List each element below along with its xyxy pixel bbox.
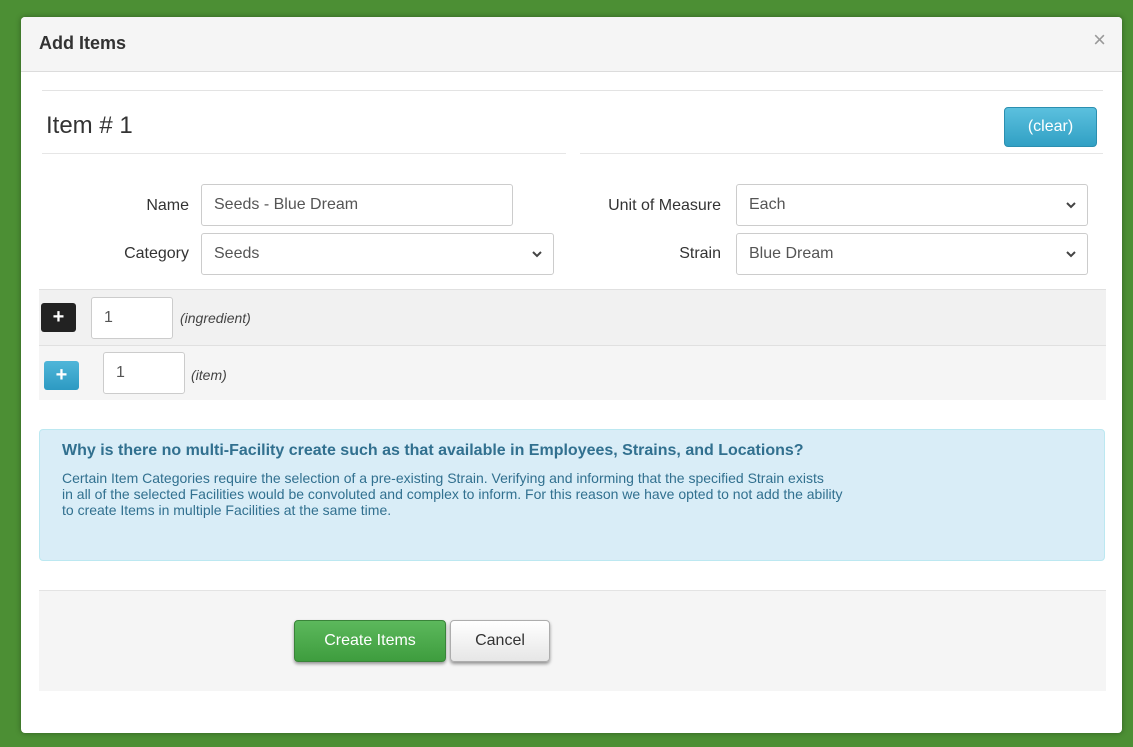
chevron-down-icon [532, 251, 542, 258]
divider [42, 90, 1103, 91]
category-value: Seeds [214, 245, 260, 262]
info-alert: Why is there no multi-Facility create su… [39, 429, 1105, 561]
dialog-title: Add Items [39, 33, 127, 53]
divider [580, 153, 1103, 154]
unit-select[interactable]: Each [736, 184, 1088, 226]
item-count-value: 1 [116, 364, 125, 381]
info-question: Why is there no multi-Facility create su… [62, 442, 804, 459]
create-items-button[interactable]: Create Items [294, 620, 446, 662]
strain-value: Blue Dream [749, 245, 834, 262]
dialog-header: Add Items × [21, 17, 1122, 72]
item-count-input[interactable]: 1 [103, 352, 185, 394]
chevron-down-icon [1066, 251, 1076, 258]
strain-select[interactable]: Blue Dream [736, 233, 1088, 275]
ingredient-count-input[interactable]: 1 [91, 297, 173, 339]
clear-button[interactable]: (clear) [1004, 107, 1097, 147]
divider [42, 153, 566, 154]
chevron-down-icon [1066, 202, 1076, 209]
plus-icon: + [52, 306, 65, 328]
info-text: Certain Item Categories require the sele… [62, 470, 1072, 518]
cancel-button[interactable]: Cancel [450, 620, 550, 662]
info-line: in all of the selected Facilities would … [62, 486, 843, 502]
plus-icon: + [55, 364, 68, 386]
add-items-dialog: Add Items × Item # 1 (clear) Name Seeds … [21, 17, 1122, 733]
info-line: to create Items in multiple Facilities a… [62, 502, 392, 518]
ingredient-hint: (ingredient) [180, 310, 251, 326]
info-line: Certain Item Categories require the sele… [62, 470, 824, 486]
add-ingredient-button[interactable]: + [41, 303, 76, 332]
name-value: Seeds - Blue Dream [214, 196, 359, 213]
category-label: Category [124, 245, 189, 262]
item-hint: (item) [191, 367, 227, 383]
close-icon[interactable]: × [1093, 29, 1106, 51]
category-select[interactable]: Seeds [201, 233, 554, 275]
ingredient-count-value: 1 [104, 309, 113, 326]
unit-label: Unit of Measure [608, 197, 721, 214]
item-heading: Item # 1 [46, 112, 133, 139]
dialog-footer [39, 590, 1106, 691]
unit-value: Each [749, 196, 786, 213]
name-label: Name [146, 197, 189, 214]
name-input[interactable]: Seeds - Blue Dream [201, 184, 513, 226]
strain-label: Strain [679, 245, 721, 262]
add-item-button[interactable]: + [44, 361, 79, 390]
